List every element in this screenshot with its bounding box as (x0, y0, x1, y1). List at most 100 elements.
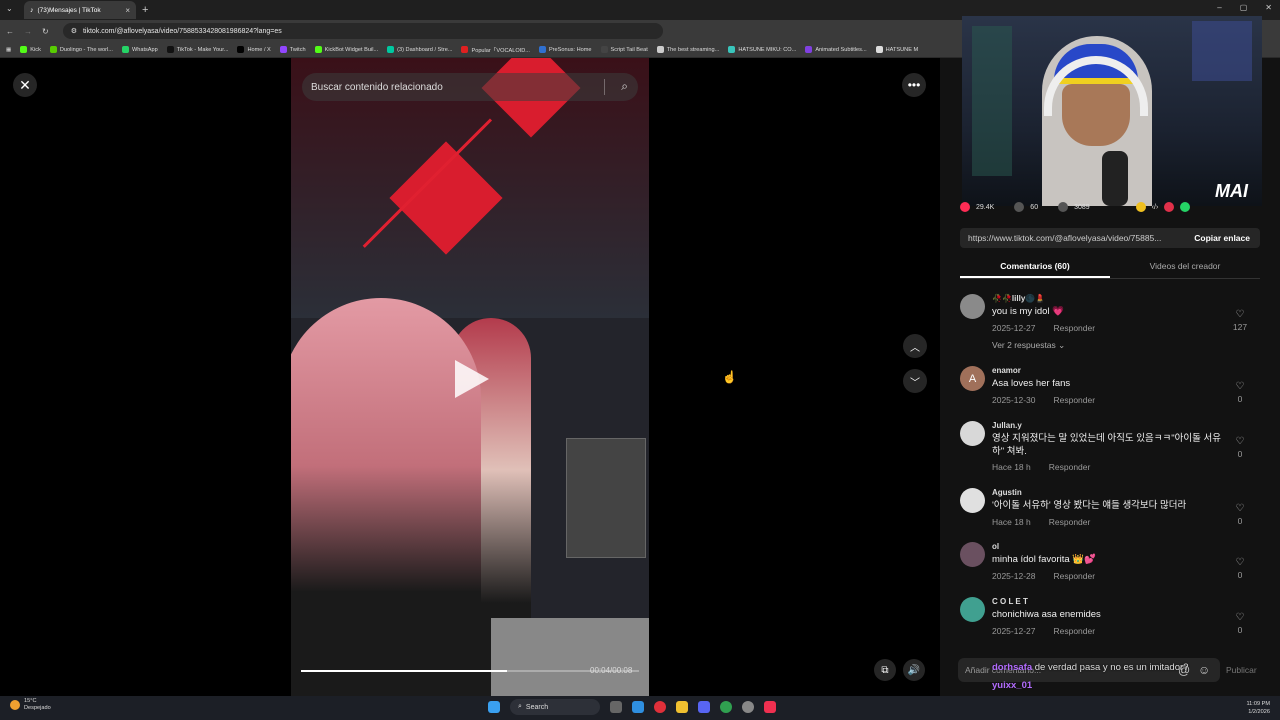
comment-username[interactable]: Jullan.y (992, 421, 1022, 430)
avatar[interactable] (960, 597, 985, 622)
forward-icon[interactable]: → (24, 27, 32, 36)
avatar[interactable] (960, 542, 985, 567)
close-video-button[interactable]: ✕ (13, 73, 37, 97)
play-icon[interactable] (455, 360, 489, 398)
discord-icon[interactable] (698, 701, 710, 713)
chrome-icon[interactable] (720, 701, 732, 713)
share-url[interactable]: https://www.tiktok.com/@aflovelyasa/vide… (968, 233, 1161, 243)
new-tab-button[interactable]: + (142, 4, 148, 16)
site-info-icon[interactable]: ⚙ (71, 27, 77, 35)
video-stats-row: 29.4K 60 3089 ‹/› (960, 200, 1191, 214)
file-explorer-icon[interactable] (676, 701, 688, 713)
apps-grid-icon[interactable]: ▦ (6, 47, 11, 53)
comment-meta: 2025-12-27 Responder (992, 626, 1095, 636)
omnibox[interactable]: ⚙ tiktok.com/@aflovelyasa/video/75885334… (62, 23, 663, 39)
reply-button[interactable]: Responder (1049, 517, 1091, 527)
bookmark-item[interactable]: HATSUNE M (875, 46, 918, 53)
emoji-icon[interactable]: ☺ (1198, 663, 1210, 677)
heart-icon: ♡ (1235, 612, 1245, 623)
comment-username[interactable]: C O L E T (992, 597, 1028, 606)
bookmark-item[interactable]: Kick (20, 46, 41, 53)
bookmark-item[interactable]: Script Tail Beat (600, 46, 648, 53)
comment-like-button[interactable]: ♡ 0 (1232, 502, 1248, 528)
reply-button[interactable]: Responder (1053, 571, 1095, 581)
comment-username[interactable]: enamor (992, 366, 1021, 375)
video-progress-bar[interactable] (301, 670, 639, 672)
bookmark-item[interactable]: KickBot Widget Buil... (314, 46, 378, 53)
comment-username[interactable]: ol (992, 542, 999, 551)
embed-icon[interactable]: ‹/› (1152, 204, 1159, 211)
more-options-button[interactable]: ••• (902, 73, 926, 97)
music-app-icon[interactable] (764, 701, 776, 713)
reply-button[interactable]: Responder (1053, 323, 1095, 333)
tab-close-icon[interactable]: × (125, 6, 130, 15)
reply-button[interactable]: Responder (1053, 626, 1095, 636)
previous-video-button[interactable]: ︿ (903, 334, 927, 358)
windows-start-icon[interactable] (488, 701, 500, 713)
like-icon[interactable] (960, 202, 970, 212)
weather-widget[interactable]: 15°C Despejado (10, 698, 51, 712)
comment-date: 2025-12-28 (992, 570, 1036, 581)
picture-in-picture-button[interactable]: ⧉ (874, 659, 896, 681)
taskbar-search[interactable]: ⌕ Search (510, 699, 600, 715)
publish-button[interactable]: Publicar (1226, 665, 1257, 675)
comment-like-button[interactable]: ♡ 0 (1232, 435, 1248, 461)
next-video-button[interactable]: ﹀ (903, 369, 927, 393)
bookmark-item[interactable]: (3) Dashboard / Stre... (387, 46, 452, 53)
microphone (1102, 151, 1128, 206)
maximize-button[interactable]: ▢ (1240, 3, 1248, 12)
minimize-button[interactable]: – (1217, 3, 1221, 12)
comment-like-button[interactable]: ♡ 0 (1232, 380, 1248, 406)
bookmark-item[interactable]: TikTok - Make Your... (166, 46, 228, 53)
bookmark-item[interactable]: Home / X (237, 46, 271, 53)
reply-button[interactable]: Responder (1049, 462, 1091, 472)
search-icon[interactable]: ⌕ (621, 79, 628, 94)
volume-button[interactable]: 🔊 (903, 659, 925, 681)
comment-username[interactable]: 🥀🥀lilly🌑💄 (992, 294, 1045, 303)
comment-like-button[interactable]: ♡ 0 (1232, 556, 1248, 582)
tab-comments[interactable]: Comentarios (60) (960, 256, 1110, 278)
bookmark-favicon-icon (20, 46, 28, 53)
tab-list-chevron-icon[interactable]: ⌄ (6, 4, 13, 13)
comment-like-count: 0 (1237, 516, 1243, 526)
bookmark-item[interactable]: The best streaming... (656, 46, 719, 53)
comment-date: 2025-12-27 (992, 625, 1036, 636)
bookmark-item[interactable]: Twitch (279, 46, 306, 53)
avatar[interactable] (960, 488, 985, 513)
avatar[interactable]: A (960, 366, 985, 391)
avatar[interactable] (960, 294, 985, 319)
reload-icon[interactable]: ↻ (42, 27, 49, 36)
bookmark-item[interactable]: WhatsApp (121, 46, 158, 53)
view-replies-link[interactable]: Ver 2 respuestas ⌄ (992, 340, 1065, 351)
system-clock[interactable]: 11:09 PM 1/2/2026 (1246, 700, 1270, 716)
coin-share-icon[interactable] (1135, 202, 1146, 212)
comment-like-button[interactable]: ♡ 0 (1232, 611, 1248, 637)
bookmark-icon[interactable] (1058, 202, 1069, 212)
edge-icon[interactable] (632, 701, 644, 713)
bookmark-label: (3) Dashboard / Stre... (397, 46, 453, 53)
stream-chat-message: dorhsafa de verdad pasa y no es un imita… (992, 662, 1188, 673)
comment-item: Jullan.y 영상 지워졌다는 말 있었는데 아직도 있음ㅋㅋ"아이돌 서유하… (960, 421, 1260, 476)
bookmark-item[interactable]: Duolingo - The worl... (49, 46, 113, 53)
share-app-icon[interactable] (1164, 202, 1175, 212)
task-view-icon[interactable] (610, 701, 622, 713)
comment-like-button[interactable]: ♡ 127 (1232, 308, 1248, 334)
comment-meta: 2025-12-27 Responder (992, 323, 1095, 333)
bookmark-item[interactable]: Popular「VOCALOID... (461, 46, 530, 54)
comment-username[interactable]: Agustin (992, 488, 1022, 497)
whatsapp-share-icon[interactable] (1180, 202, 1191, 212)
bookmark-item[interactable]: PreSonus: Home (538, 46, 592, 53)
related-search-input[interactable]: Buscar contenido relacionado ⌕ (302, 73, 638, 101)
browser-tab-tiktok[interactable]: ♪ (73)Mensajes | TikTok × (24, 1, 136, 19)
opera-icon[interactable] (654, 701, 666, 713)
settings-icon[interactable] (742, 701, 754, 713)
comment-icon[interactable] (1014, 202, 1025, 212)
close-window-button[interactable]: ✕ (1265, 3, 1272, 12)
copy-link-button[interactable]: Copiar enlace (1194, 233, 1260, 243)
tab-creator-videos[interactable]: Videos del creador (1110, 256, 1260, 278)
bookmark-item[interactable]: HATSUNE MIKU: CO... (728, 46, 796, 53)
back-icon[interactable]: ← (6, 27, 14, 36)
reply-button[interactable]: Responder (1053, 395, 1095, 405)
bookmark-item[interactable]: Animated Subtitles... (805, 46, 867, 53)
avatar[interactable] (960, 421, 985, 446)
